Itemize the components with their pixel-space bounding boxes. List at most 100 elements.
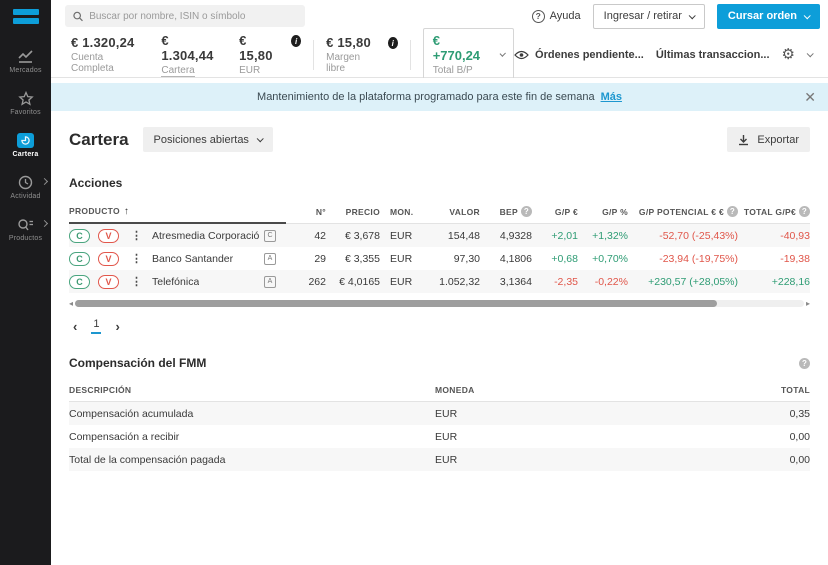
pending-orders-link[interactable]: Órdenes pendiente... (514, 49, 644, 61)
info-icon[interactable]: i (387, 37, 398, 49)
download-icon (739, 134, 749, 145)
fmm-table-body: Compensación acumulada EUR 0,35 Compensa… (69, 402, 810, 471)
banner-message: Mantenimiento de la plataforma programad… (257, 91, 595, 103)
row-menu-icon[interactable]: ⋮ (131, 275, 142, 288)
fmm-table-header: DESCRIPCIÓN MONEDA TOTAL (69, 378, 810, 402)
positions-filter-dropdown[interactable]: Posiciones abiertas (142, 127, 273, 152)
currency-cell: EUR (390, 229, 413, 242)
gear-icon[interactable]: ⚙ (782, 47, 795, 62)
total-pl-dropdown[interactable]: € +770,24 Total B/P (422, 28, 515, 81)
search-icon (73, 11, 83, 21)
question-icon: ? (531, 9, 545, 23)
horizontal-scrollbar: ◂ ▸ (69, 299, 810, 308)
column-header-valor[interactable]: VALOR (420, 207, 480, 217)
eye-icon (514, 50, 529, 59)
banner-more-link[interactable]: Más (601, 91, 622, 103)
next-page-icon[interactable]: › (115, 320, 119, 333)
row-menu-icon[interactable]: ⋮ (131, 252, 142, 265)
buy-button[interactable]: C (69, 274, 90, 289)
column-header-gp-pct[interactable]: G/P % (578, 207, 628, 217)
cash-balance: € 15,80 EUR i (239, 33, 302, 76)
help-button[interactable]: ? Ayuda (531, 9, 581, 23)
search-box[interactable] (65, 5, 305, 27)
menu-logo[interactable] (0, 0, 51, 32)
column-header-gp-eur[interactable]: G/P € (532, 207, 578, 217)
pending-orders-label: Órdenes pendiente... (535, 48, 644, 61)
column-header-producto[interactable]: PRODUCTO ↑ (69, 200, 286, 224)
column-header-bep[interactable]: BEP ? (480, 206, 532, 217)
value-cell: 1.052,32 (439, 275, 480, 288)
buy-button[interactable]: C (69, 228, 90, 243)
close-icon[interactable]: ✕ (804, 90, 816, 104)
sidebar-item-actividad[interactable]: Actividad (0, 166, 51, 208)
column-header-qty[interactable]: N° (286, 207, 326, 217)
product-search-icon (18, 219, 33, 231)
column-header-moneda: MONEDA (435, 384, 475, 395)
help-icon[interactable]: ? (521, 206, 532, 217)
scrollbar-track[interactable] (75, 300, 804, 307)
column-header-gp-potencial[interactable]: G/P POTENCIAL € € ? (628, 206, 738, 217)
exchange-badge: A (264, 275, 276, 288)
cash-value: € 15,80 (239, 33, 273, 63)
portfolio-total-link[interactable]: Cartera (161, 65, 195, 77)
help-icon[interactable]: ? (799, 357, 810, 369)
column-header-precio[interactable]: PRECIO (326, 207, 380, 217)
total-gp-cell: +228,16 (771, 275, 810, 288)
place-order-button[interactable]: Cursar orden (716, 3, 820, 29)
sidebar: Mercados Favoritos Cartera Actividad Pro… (0, 0, 51, 565)
column-header-mon[interactable]: MON. (380, 207, 420, 217)
sell-button[interactable]: V (98, 228, 119, 243)
column-header-total-gp[interactable]: TOTAL G/P€ ? (738, 206, 810, 217)
main-area: ? Ayuda Ingresar / retirar Cursar orden … (51, 0, 828, 565)
product-name[interactable]: Banco Santander (152, 253, 233, 265)
chevron-down-icon (803, 11, 811, 19)
sidebar-item-productos[interactable]: Productos (0, 208, 51, 250)
portfolio-total: € 1.304,44 Cartera (161, 33, 217, 77)
account-total: € 1.320,24 Cuenta Completa (71, 35, 139, 74)
chevron-down-icon[interactable] (806, 50, 814, 58)
page-title: Cartera (69, 129, 129, 149)
free-margin: € 15,80 Margen libre i (326, 35, 398, 74)
sidebar-item-mercados[interactable]: Mercados (0, 40, 51, 82)
banner-wrap: Mantenimiento de la plataforma programad… (51, 78, 828, 111)
product-name[interactable]: Atresmedia Corporación de Medi... (152, 230, 260, 242)
bep-cell: 4,1806 (499, 252, 532, 265)
sidebar-label: Mercados (9, 67, 42, 74)
bep-cell: 4,9328 (499, 229, 532, 242)
sell-button[interactable]: V (98, 274, 119, 289)
exchange-badge: A (264, 252, 276, 265)
previous-page-icon[interactable]: ‹ (73, 320, 77, 333)
portfolio-page: Cartera Posiciones abiertas Exportar Acc… (51, 111, 828, 565)
chevron-down-icon (499, 50, 506, 58)
page-number[interactable]: 1 (91, 318, 102, 334)
fmm-row: Total de la compensación pagada EUR 0,00 (69, 448, 810, 471)
search-input[interactable] (89, 10, 297, 22)
gp-pct-cell: -0,22% (594, 275, 628, 288)
help-icon[interactable]: ? (799, 206, 810, 217)
buy-button[interactable]: C (69, 251, 90, 266)
chevron-right-icon (40, 177, 49, 186)
line-chart-icon (18, 50, 33, 63)
info-icon[interactable]: i (291, 35, 302, 47)
sidebar-item-favoritos[interactable]: Favoritos (0, 82, 51, 124)
deposit-withdraw-button[interactable]: Ingresar / retirar (592, 3, 705, 29)
chevron-down-icon (688, 11, 696, 19)
hamburger-icon (12, 8, 39, 24)
export-button[interactable]: Exportar (727, 127, 810, 152)
sell-button[interactable]: V (98, 251, 119, 266)
gp-eur-cell: +2,01 (551, 229, 578, 242)
last-transactions-link[interactable]: Últimas transaccion... (656, 49, 770, 61)
export-label: Exportar (757, 133, 799, 146)
row-menu-icon[interactable]: ⋮ (131, 229, 142, 242)
price-cell: € 3,678 (344, 229, 380, 242)
product-name[interactable]: Telefónica (152, 276, 199, 288)
app-window: Mercados Favoritos Cartera Actividad Pro… (0, 0, 828, 565)
help-icon[interactable]: ? (727, 206, 738, 217)
last-transactions-label: Últimas transaccion... (655, 48, 770, 61)
positions-table-body: C V ⋮ Atresmedia Corporación de Medi... … (69, 224, 810, 293)
sidebar-item-cartera[interactable]: Cartera (0, 124, 51, 166)
scroll-left-icon[interactable]: ◂ (69, 299, 73, 308)
place-order-label: Cursar orden (727, 10, 797, 22)
scrollbar-thumb[interactable] (75, 300, 717, 307)
scroll-right-icon[interactable]: ▸ (806, 299, 810, 308)
